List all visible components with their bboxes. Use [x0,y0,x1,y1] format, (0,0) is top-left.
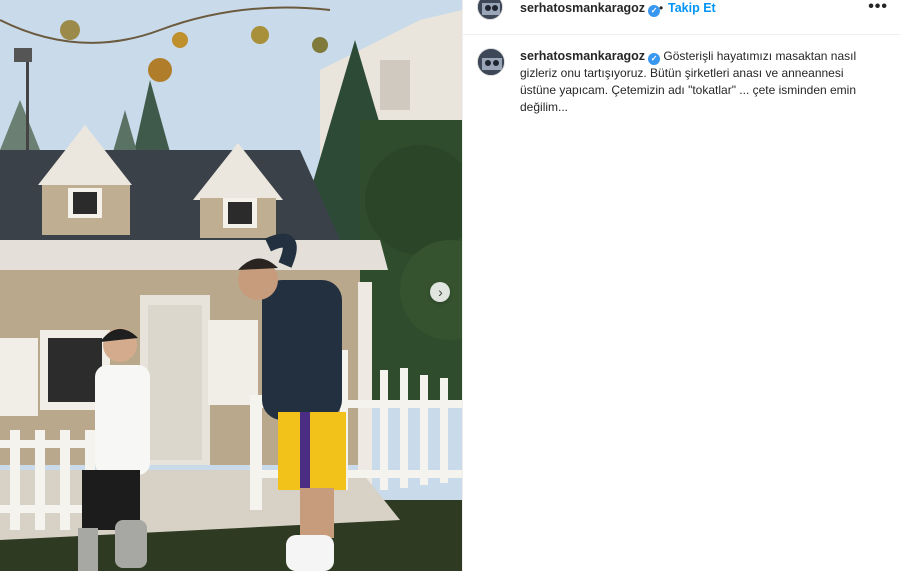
chevron-right-icon: › [438,284,443,300]
caption-text: serhatosmankaragoz ✓ Gösterişli hayatımız… [520,48,878,116]
follow-button[interactable]: Takip Et [668,1,716,15]
carousel-next-button[interactable]: › [430,282,450,302]
avatar-image [478,0,502,19]
post-photo[interactable]: › [0,0,462,571]
username-text[interactable]: serhatosmankaragoz [520,1,645,15]
separator-dot: • [659,1,664,15]
verified-badge-icon: ✓ [648,53,661,65]
post-sidebar: serhatosmankaragoz ✓ • Takip Et ••• serha… [462,0,900,571]
caption-avatar-image [478,49,504,75]
post-header: serhatosmankaragoz ✓ • Takip Et ••• [463,0,900,35]
avatar[interactable] [477,0,503,20]
username[interactable]: serhatosmankaragoz ✓ [520,1,661,17]
caption-username[interactable]: serhatosmankaragoz [520,49,645,63]
more-options-icon[interactable]: ••• [868,0,888,16]
post-photo-illustration [0,0,462,571]
caption-avatar[interactable] [477,48,505,76]
post-caption: serhatosmankaragoz ✓ Gösterişli hayatımız… [477,48,878,116]
